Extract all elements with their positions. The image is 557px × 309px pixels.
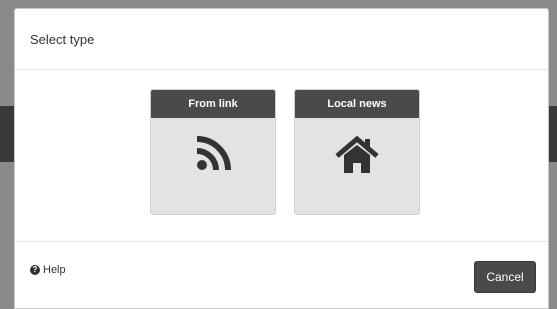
type-option-label: Local news: [295, 90, 419, 118]
select-type-dialog: Select type From link Local news ? Help …: [14, 8, 549, 309]
question-circle-icon: ?: [30, 265, 40, 275]
type-option-local-news[interactable]: Local news: [294, 89, 420, 215]
type-option-label: From link: [151, 90, 275, 118]
background-panel: [0, 106, 14, 162]
dialog-header: Select type: [15, 9, 548, 70]
rss-icon: [151, 136, 275, 172]
type-option-from-link[interactable]: From link: [150, 89, 276, 215]
background-panel: [549, 106, 557, 162]
help-link[interactable]: ? Help: [30, 264, 66, 276]
dialog-title: Select type: [30, 32, 95, 47]
home-icon: [295, 136, 419, 174]
dialog-footer: ? Help Cancel: [15, 242, 548, 309]
help-label: Help: [43, 264, 66, 276]
cancel-button[interactable]: Cancel: [474, 261, 536, 293]
dialog-body: From link Local news: [15, 70, 548, 242]
